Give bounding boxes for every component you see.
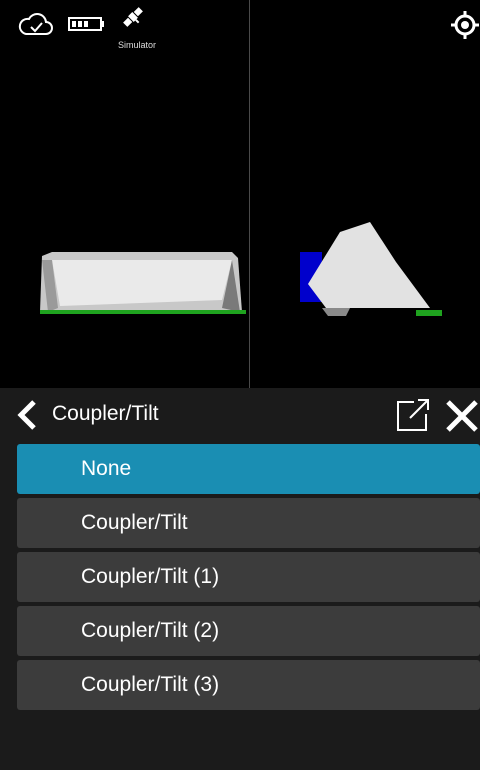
bucket-side-view [300, 222, 442, 316]
chevron-left-icon[interactable] [12, 398, 46, 432]
list-item-coupler-tilt-2[interactable]: Coupler/Tilt (2) [17, 606, 480, 656]
option-list: None Coupler/Tilt Coupler/Tilt (1) Coupl… [17, 444, 480, 714]
satellite-icon [123, 7, 143, 27]
list-item-coupler-tilt[interactable]: Coupler/Tilt [17, 498, 480, 548]
panel-header: Coupler/Tilt [0, 388, 480, 440]
view-divider [249, 0, 250, 388]
target-icon[interactable] [450, 10, 480, 40]
close-icon[interactable] [444, 398, 480, 434]
list-item-coupler-tilt-1[interactable]: Coupler/Tilt (1) [17, 552, 480, 602]
list-item-coupler-tilt-3[interactable]: Coupler/Tilt (3) [17, 660, 480, 710]
bucket-front-view [40, 252, 246, 314]
battery-icon [68, 17, 104, 31]
simulator-label: Simulator [118, 40, 157, 50]
3d-viewport[interactable]: Simulator [0, 0, 480, 388]
selection-panel: Coupler/Tilt None Coupler/Tilt Coupler/T… [0, 388, 480, 770]
cloud-check-icon[interactable] [18, 10, 54, 38]
list-item-none[interactable]: None [17, 444, 480, 494]
panel-title: Coupler/Tilt [52, 402, 159, 425]
open-external-icon[interactable] [394, 398, 432, 434]
